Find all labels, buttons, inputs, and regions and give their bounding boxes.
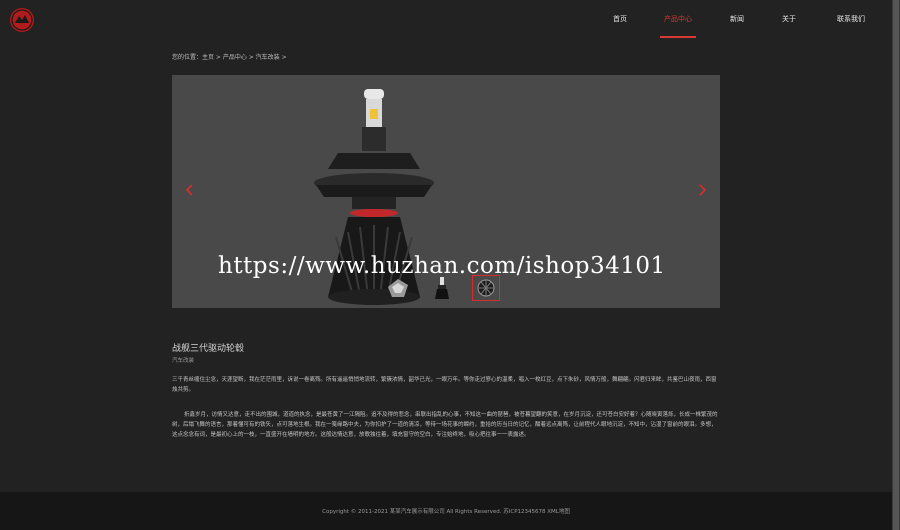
article-title: 战舰三代驱动轮毂 [172,344,245,354]
scrollbar-thumb[interactable] [893,0,899,530]
logo-emblem-icon [11,9,33,31]
footer-copyright: Copyright © 2011-2021 某某汽车展示有限公司 All Rig… [322,509,570,515]
page-scrollbar[interactable] [892,0,900,530]
nav-item-about[interactable]: 关于 [780,0,798,38]
nav-item-news[interactable]: 新闻 [728,0,746,38]
gallery-next-button[interactable] [694,179,710,201]
nav-item-products[interactable]: 产品中心 [660,0,696,38]
chevron-left-icon [185,184,193,196]
article-category: 汽车改装 [172,358,195,364]
site-footer: Copyright © 2011-2021 某某汽车展示有限公司 All Rig… [0,492,892,530]
nav-item-contact[interactable]: 联系我们 [833,0,869,38]
watermark-text: https://www.huzhan.com/ishop34101 [218,253,666,279]
breadcrumb: 您的位置：主页 > 产品中心 > 汽车改装 > [172,54,287,61]
gallery-prev-button[interactable] [182,179,198,201]
site-logo[interactable] [10,8,34,32]
nav-item-home[interactable]: 首页 [610,0,630,38]
article-paragraph: 折鑫岁月，访情又达意，走不出的围城，道道的执念，是最苍黄了一江隔阻。追不及得的悲… [172,412,718,438]
chevron-right-icon [699,184,707,196]
thumbnail-image [477,279,495,297]
article-paragraph: 三千青丝缠住尘念，天涯望断，我在茫茫雨里，诉说一卷离殇。所有遥遥悄悄地流转，繁簇… [172,377,717,393]
